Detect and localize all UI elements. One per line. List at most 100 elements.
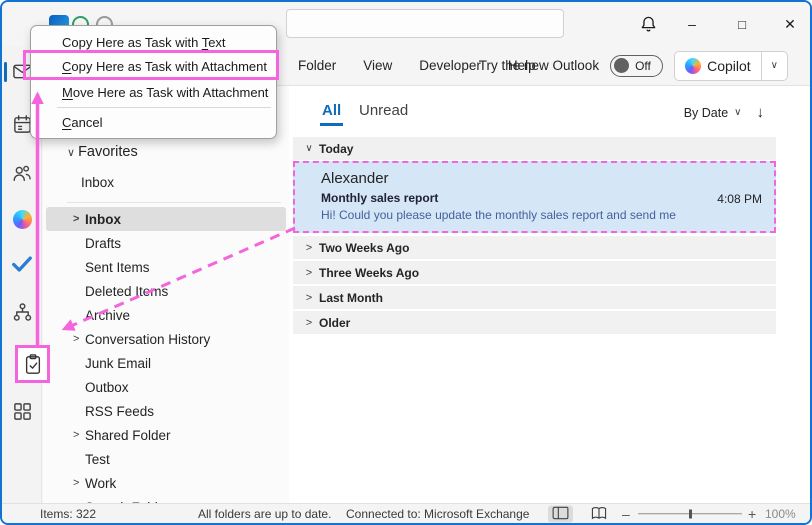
ribbon-tab[interactable]: View (363, 58, 392, 73)
tab-unread[interactable]: Unread (359, 102, 408, 119)
group-header-today[interactable]: ∨ Today (293, 137, 776, 160)
group-label: Last Month (319, 290, 383, 305)
folder-label: Inbox (85, 211, 121, 227)
sort-dropdown[interactable]: By Date ∨ ↓ (684, 104, 764, 121)
items-count: Items: 322 (40, 506, 97, 521)
active-module-indicator (4, 62, 7, 82)
folder-item[interactable]: > Search Folders (46, 495, 286, 504)
zoom-level[interactable]: 100% (765, 507, 796, 521)
menu-item-move-here-as-task-with-attachment[interactable]: Move Here as Task with Attachment (32, 80, 275, 105)
folder-pane: ∨ Favorites Inbox > Inbox Drafts Sent It… (43, 86, 289, 503)
folder-item[interactable]: Outbox (46, 375, 286, 399)
folder-label: Archive (85, 307, 131, 323)
folder-item[interactable]: Deleted Items (46, 279, 286, 303)
context-menu: Copy Here as Task with Text Copy Here as… (30, 25, 277, 139)
group-header[interactable]: > Last Month (293, 286, 776, 309)
chevron-right-icon[interactable]: > (299, 317, 319, 329)
group-header[interactable]: > Two Weeks Ago (293, 236, 776, 259)
group-label: Two Weeks Ago (319, 240, 410, 255)
chevron-right-icon[interactable]: > (299, 292, 319, 304)
favorites-label: Favorites (78, 144, 138, 160)
group-label: Today (319, 141, 354, 156)
email-subject: Monthly sales report (321, 191, 439, 205)
menu-separator (57, 107, 271, 108)
to-do-icon[interactable] (10, 252, 34, 276)
main-content: ∨ Favorites Inbox > Inbox Drafts Sent It… (43, 86, 810, 503)
folder-item[interactable]: Junk Email (46, 351, 286, 375)
ribbon-tab[interactable]: Folder (298, 58, 336, 73)
reading-view-icon[interactable] (590, 505, 608, 523)
chevron-right-icon[interactable]: > (73, 333, 84, 345)
apps-icon[interactable] (10, 399, 34, 423)
new-outlook-toggle[interactable]: Off (610, 54, 664, 77)
people-icon[interactable] (10, 162, 34, 186)
chevron-down-icon[interactable]: ∨ (299, 143, 319, 154)
folder-label: Sent Items (85, 259, 150, 275)
folder-item[interactable]: RSS Feeds (46, 399, 286, 423)
zoom-out-button[interactable]: – (622, 506, 630, 522)
zoom-in-button[interactable]: + (748, 506, 756, 522)
message-list: All Unread By Date ∨ ↓ ∨ Today Alexander… (293, 86, 778, 503)
favorites-header[interactable]: ∨ Favorites (67, 144, 138, 160)
ribbon-tab[interactable]: Developer (419, 58, 481, 73)
folder-label: Deleted Items (85, 283, 169, 299)
outlook-window: – □ ✕ Folder View Developer Help Try the… (0, 0, 812, 525)
folder-label: Junk Email (85, 355, 152, 371)
email-item-selected[interactable]: Alexander Monthly sales report Hi! Could… (293, 161, 776, 233)
menu-item-text: Cancel (62, 114, 103, 130)
folders-status: All folders are up to date. (198, 506, 332, 521)
group-label: Three Weeks Ago (319, 265, 420, 280)
tab-all[interactable]: All (320, 102, 344, 126)
copilot-label: Copilot (707, 57, 751, 74)
layout-view-icon[interactable] (548, 505, 573, 522)
folder-item[interactable]: > Conversation History (46, 327, 286, 351)
folder-item[interactable]: Archive (46, 303, 286, 327)
group-label: Older (319, 315, 351, 330)
favorites-item-inbox[interactable]: Inbox (81, 175, 114, 190)
toggle-knob (614, 58, 630, 73)
folder-item[interactable]: > Work (46, 471, 286, 495)
pane-divider (67, 202, 281, 203)
copilot-dropdown-button[interactable]: ∨ (760, 51, 787, 80)
chevron-right-icon[interactable]: > (299, 242, 319, 254)
chevron-right-icon[interactable]: > (73, 477, 84, 489)
copilot-button[interactable]: Copilot ∨ (674, 50, 788, 81)
chevron-right-icon[interactable]: > (73, 429, 84, 441)
group-header[interactable]: > Three Weeks Ago (293, 261, 776, 284)
message-list-filter-bar: All Unread By Date ∨ ↓ (293, 99, 778, 132)
copilot-icon (685, 57, 702, 74)
email-time: 4:08 PM (717, 192, 762, 206)
email-sender: Alexander (321, 170, 389, 187)
folder-item[interactable]: > Inbox (46, 207, 286, 231)
org-chart-icon[interactable] (10, 300, 34, 324)
sort-direction-icon[interactable]: ↓ (757, 104, 765, 121)
minimize-button[interactable]: – (678, 10, 706, 38)
menu-item-text: Copy Here as Task with Text (62, 34, 226, 50)
folder-label: Conversation History (85, 331, 211, 347)
folder-label: Shared Folder (85, 427, 171, 443)
bell-icon[interactable] (634, 10, 662, 38)
copilot-rail-icon[interactable] (10, 207, 34, 231)
folder-item[interactable]: > Shared Folder (46, 423, 286, 447)
folder-label: Drafts (85, 235, 122, 251)
menu-item-cancel[interactable]: Cancel (32, 110, 275, 134)
group-header[interactable]: > Older (293, 311, 776, 334)
folder-item[interactable]: Test (46, 447, 286, 471)
toggle-state-label: Off (635, 58, 651, 73)
tasks-icon[interactable] (15, 345, 50, 383)
copilot-button-main[interactable]: Copilot (675, 52, 761, 80)
folder-label: Work (85, 475, 117, 491)
highlight-box-menu-item (23, 50, 279, 80)
folder-item[interactable]: Sent Items (46, 255, 286, 279)
email-preview: Hi! Could you please update the monthly … (321, 208, 676, 222)
collapsed-groups: > Two Weeks Ago > Three Weeks Ago > Last… (293, 236, 776, 336)
maximize-button[interactable]: □ (728, 10, 756, 38)
chevron-right-icon[interactable]: > (73, 213, 84, 225)
zoom-slider-thumb[interactable] (689, 509, 692, 518)
chevron-right-icon[interactable]: > (299, 267, 319, 279)
search-input[interactable] (286, 9, 564, 38)
folder-item[interactable]: Drafts (46, 231, 286, 255)
status-bar: Items: 322 All folders are up to date. C… (2, 503, 810, 523)
chevron-down-icon[interactable]: ∨ (67, 146, 75, 159)
close-button[interactable]: ✕ (776, 10, 804, 38)
